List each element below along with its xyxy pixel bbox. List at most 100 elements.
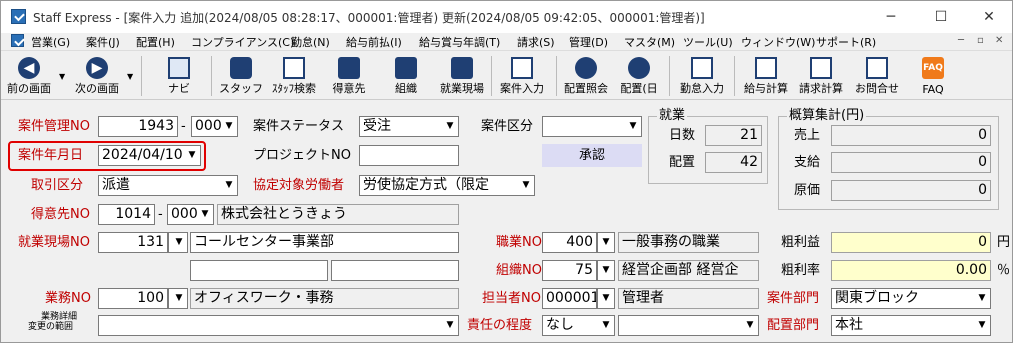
menu-assign[interactable]: 配置(H) <box>136 34 175 50</box>
pay-value: 0 <box>831 152 991 173</box>
title-bar: Staff Express - [案件入力 追加(2024/08/05 08:2… <box>1 1 1012 33</box>
case-input-button[interactable]: 案件入力 <box>500 54 544 98</box>
mdi-close-button[interactable]: ✕ <box>995 35 1003 46</box>
menu-attendance[interactable]: 勤怠(N) <box>291 34 330 50</box>
approve-button[interactable]: 承認 <box>542 144 642 167</box>
project-no-input[interactable] <box>359 145 459 166</box>
payroll-calc-button[interactable]: 給与計算 <box>744 54 788 98</box>
assign-dept-label: 配置部門 <box>767 318 820 333</box>
toolbar-separator <box>734 56 735 96</box>
org-no-dropdown[interactable]: ▼ <box>597 260 615 281</box>
staff-search-button[interactable]: ｽﾀｯﾌ検索 <box>272 54 316 98</box>
staff-no-dropdown[interactable]: ▼ <box>597 288 615 309</box>
minimize-button[interactable]: ─ <box>871 5 911 29</box>
menu-compliance[interactable]: コンプライアンス(C) <box>191 34 294 50</box>
next-screen-button[interactable]: ▶ 次の画面 <box>75 54 119 98</box>
site-name[interactable]: コールセンター事業部 <box>190 232 459 253</box>
organization-icon <box>395 57 417 79</box>
org-no-input[interactable]: 75 <box>542 260 597 281</box>
job-name: 一般事務の職業 <box>618 232 759 253</box>
site-no-input[interactable]: 131 <box>98 232 168 253</box>
agreement-worker-select[interactable]: 労使協定方式（限定 ▼ <box>359 175 535 196</box>
case-status-label: 案件ステータス <box>253 119 345 134</box>
faq-icon: FAQ <box>922 57 944 79</box>
customer-sub-select[interactable]: 000 ▼ <box>167 204 214 225</box>
staff-button[interactable]: スタッフ <box>219 54 263 98</box>
prev-screen-button[interactable]: ◀ 前の画面 <box>7 54 51 98</box>
site-no-label: 就業現場NO <box>18 235 90 250</box>
staff-search-icon <box>283 57 305 79</box>
responsibility-select[interactable]: なし ▼ <box>542 315 615 336</box>
sales-value: 0 <box>831 125 991 146</box>
pencil-icon <box>691 57 713 79</box>
attendance-input-button[interactable]: 勤怠入力 <box>680 54 724 98</box>
case-no-sub-select[interactable]: 000 ▼ <box>191 116 238 137</box>
gross-rate-value: 0.00 <box>831 260 991 281</box>
trade-type-select[interactable]: 派遣 ▼ <box>98 175 238 196</box>
staff-no-input[interactable]: 000001 <box>542 288 597 309</box>
work-detail-label-line1: 業務詳細 <box>41 312 78 322</box>
site-extra-field-1[interactable] <box>190 260 328 281</box>
close-button[interactable]: ✕ <box>969 5 1009 29</box>
menu-support[interactable]: サポート(R) <box>816 34 876 50</box>
mailbox-icon <box>866 57 888 79</box>
mdi-restore-button[interactable]: ▫ <box>977 35 984 46</box>
chevron-down-icon: ▼ <box>978 320 986 330</box>
menu-billing[interactable]: 請求(S) <box>517 34 555 50</box>
prev-dropdown-arrow[interactable]: ▼ <box>59 72 65 81</box>
job-no-input[interactable]: 400 <box>542 232 597 253</box>
assign-dept-select[interactable]: 本社 ▼ <box>831 315 991 336</box>
chevron-down-icon: ▼ <box>446 121 454 131</box>
toolbar-separator <box>669 56 670 96</box>
gross-profit-unit: 円 <box>997 235 1011 250</box>
case-no-dash: - <box>181 119 186 134</box>
chevron-down-icon: ▼ <box>225 180 233 190</box>
calculator-icon <box>755 57 777 79</box>
faq-button[interactable]: FAQ FAQ <box>913 54 953 98</box>
menu-tools[interactable]: ツール(U) <box>683 34 733 50</box>
menu-bar: 営業(G) 案件(J) 配置(H) コンプライアンス(C) 勤怠(N) 給与前払… <box>1 33 1012 51</box>
chevron-down-icon: ▼ <box>746 320 754 330</box>
case-status-select[interactable]: 受注 ▼ <box>359 116 459 137</box>
responsibility-label: 責任の程度 <box>467 318 533 333</box>
case-division-select[interactable]: ▼ <box>542 116 642 137</box>
case-no-input[interactable]: 1943 <box>98 116 178 137</box>
people-icon <box>575 57 597 79</box>
case-date-picker[interactable]: 2024/04/10 ▼ <box>98 145 201 166</box>
menu-admin[interactable]: 管理(D) <box>569 34 608 50</box>
maximize-button[interactable]: ☐ <box>921 5 961 29</box>
assignment-inquiry-button[interactable]: 配置照会 <box>564 54 608 98</box>
menu-window[interactable]: ウィンドウ(W) <box>741 34 815 50</box>
gross-rate-label: 粗利率 <box>781 263 821 278</box>
next-dropdown-arrow[interactable]: ▼ <box>127 72 133 81</box>
menu-sales[interactable]: 営業(G) <box>31 34 70 50</box>
mdi-app-icon[interactable] <box>11 34 24 47</box>
cost-label: 原価 <box>794 183 821 198</box>
responsibility-detail-select[interactable]: ▼ <box>618 315 759 336</box>
menu-advance-pay[interactable]: 給与前払(I) <box>346 34 402 50</box>
mdi-minimize-button[interactable]: ─ <box>958 35 964 46</box>
case-dept-label: 案件部門 <box>767 291 820 306</box>
work-no-input[interactable]: 100 <box>98 288 168 309</box>
menu-payroll[interactable]: 給与賞与年調(T) <box>419 34 500 50</box>
site-no-dropdown[interactable]: ▼ <box>168 232 188 253</box>
work-detail-select[interactable]: ▼ <box>98 315 459 336</box>
chevron-down-icon: ▼ <box>602 237 610 247</box>
job-no-dropdown[interactable]: ▼ <box>597 232 615 253</box>
work-site-button[interactable]: 就業現場 <box>440 54 484 98</box>
billing-calc-button[interactable]: 請求計算 <box>799 54 843 98</box>
customer-button[interactable]: 得意先 <box>329 54 369 98</box>
chevron-down-icon: ▼ <box>602 265 610 275</box>
gross-profit-label: 粗利益 <box>781 235 821 250</box>
case-dept-select[interactable]: 関東ブロック ▼ <box>831 288 991 309</box>
organization-button[interactable]: 組織 <box>386 54 426 98</box>
inquiry-button[interactable]: お問合せ <box>855 54 899 98</box>
org-name: 経営企画部 経営企 <box>618 260 759 281</box>
menu-case[interactable]: 案件(J) <box>86 34 120 50</box>
navi-button[interactable]: ナビ <box>159 54 199 98</box>
assignment-day-button[interactable]: 配置(日 <box>619 54 659 98</box>
customer-no-input[interactable]: 1014 <box>98 204 155 225</box>
site-extra-field-2[interactable] <box>331 260 459 281</box>
menu-master[interactable]: マスタ(M) <box>624 34 675 50</box>
work-no-dropdown[interactable]: ▼ <box>168 288 188 309</box>
